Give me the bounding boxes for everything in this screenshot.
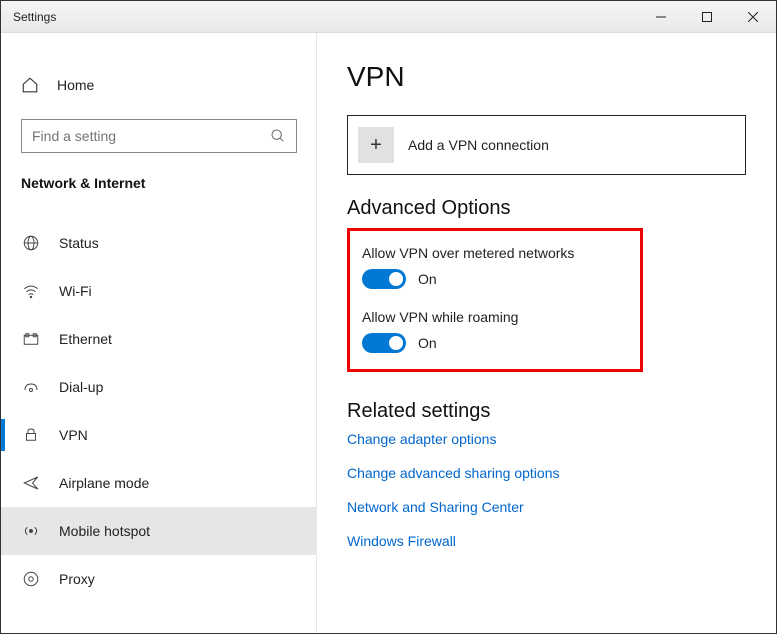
- link-network-center[interactable]: Network and Sharing Center: [347, 499, 746, 515]
- proxy-icon: [21, 570, 41, 588]
- ethernet-icon: [21, 330, 41, 348]
- sidebar-item-vpn[interactable]: VPN: [1, 411, 317, 459]
- add-vpn-button[interactable]: + Add a VPN connection: [347, 115, 746, 175]
- sidebar-item-ethernet[interactable]: Ethernet: [1, 315, 317, 363]
- sidebar-item-label: Status: [59, 235, 99, 251]
- sidebar: Home Network & Internet Status Wi-Fi: [1, 33, 317, 633]
- sidebar-item-label: Mobile hotspot: [59, 523, 150, 539]
- sidebar-item-label: Proxy: [59, 571, 95, 587]
- metered-toggle-label: Allow VPN over metered networks: [362, 245, 628, 261]
- roaming-toggle-label: Allow VPN while roaming: [362, 309, 628, 325]
- sidebar-item-label: Dial-up: [59, 379, 103, 395]
- minimize-button[interactable]: [638, 1, 684, 33]
- add-vpn-label: Add a VPN connection: [408, 137, 549, 153]
- globe-icon: [21, 234, 41, 252]
- link-sharing-options[interactable]: Change advanced sharing options: [347, 465, 746, 481]
- category-header: Network & Internet: [1, 169, 317, 205]
- advanced-options-header: Advanced Options: [347, 197, 746, 220]
- link-firewall[interactable]: Windows Firewall: [347, 533, 746, 549]
- sidebar-item-hotspot[interactable]: Mobile hotspot: [1, 507, 317, 555]
- search-icon: [270, 128, 286, 144]
- hotspot-icon: [21, 522, 41, 540]
- roaming-toggle[interactable]: [362, 333, 406, 353]
- sidebar-item-label: Airplane mode: [59, 475, 149, 491]
- search-input[interactable]: [32, 128, 270, 144]
- highlight-box: Allow VPN over metered networks On Allow…: [347, 228, 643, 372]
- titlebar: Settings: [1, 1, 776, 33]
- main-content: VPN + Add a VPN connection Advanced Opti…: [317, 33, 776, 633]
- sidebar-item-label: Ethernet: [59, 331, 112, 347]
- wifi-icon: [21, 282, 41, 300]
- dialup-icon: [21, 378, 41, 396]
- metered-toggle[interactable]: [362, 269, 406, 289]
- sidebar-item-dialup[interactable]: Dial-up: [1, 363, 317, 411]
- plus-icon: +: [358, 127, 394, 163]
- related-settings-header: Related settings: [347, 400, 746, 423]
- close-button[interactable]: [730, 1, 776, 33]
- sidebar-item-wifi[interactable]: Wi-Fi: [1, 267, 317, 315]
- roaming-toggle-state: On: [418, 335, 437, 351]
- airplane-icon: [21, 474, 41, 492]
- vpn-icon: [21, 426, 41, 444]
- sidebar-item-label: Wi-Fi: [59, 283, 92, 299]
- sidebar-item-label: VPN: [59, 427, 88, 443]
- maximize-button[interactable]: [684, 1, 730, 33]
- home-nav[interactable]: Home: [1, 65, 317, 105]
- window-title: Settings: [1, 10, 638, 24]
- home-label: Home: [57, 77, 94, 93]
- home-icon: [21, 76, 39, 94]
- sidebar-item-status[interactable]: Status: [1, 219, 317, 267]
- sidebar-item-airplane[interactable]: Airplane mode: [1, 459, 317, 507]
- sidebar-item-proxy[interactable]: Proxy: [1, 555, 317, 603]
- metered-toggle-state: On: [418, 271, 437, 287]
- link-adapter-options[interactable]: Change adapter options: [347, 431, 746, 447]
- search-box[interactable]: [21, 119, 297, 153]
- page-title: VPN: [347, 61, 746, 93]
